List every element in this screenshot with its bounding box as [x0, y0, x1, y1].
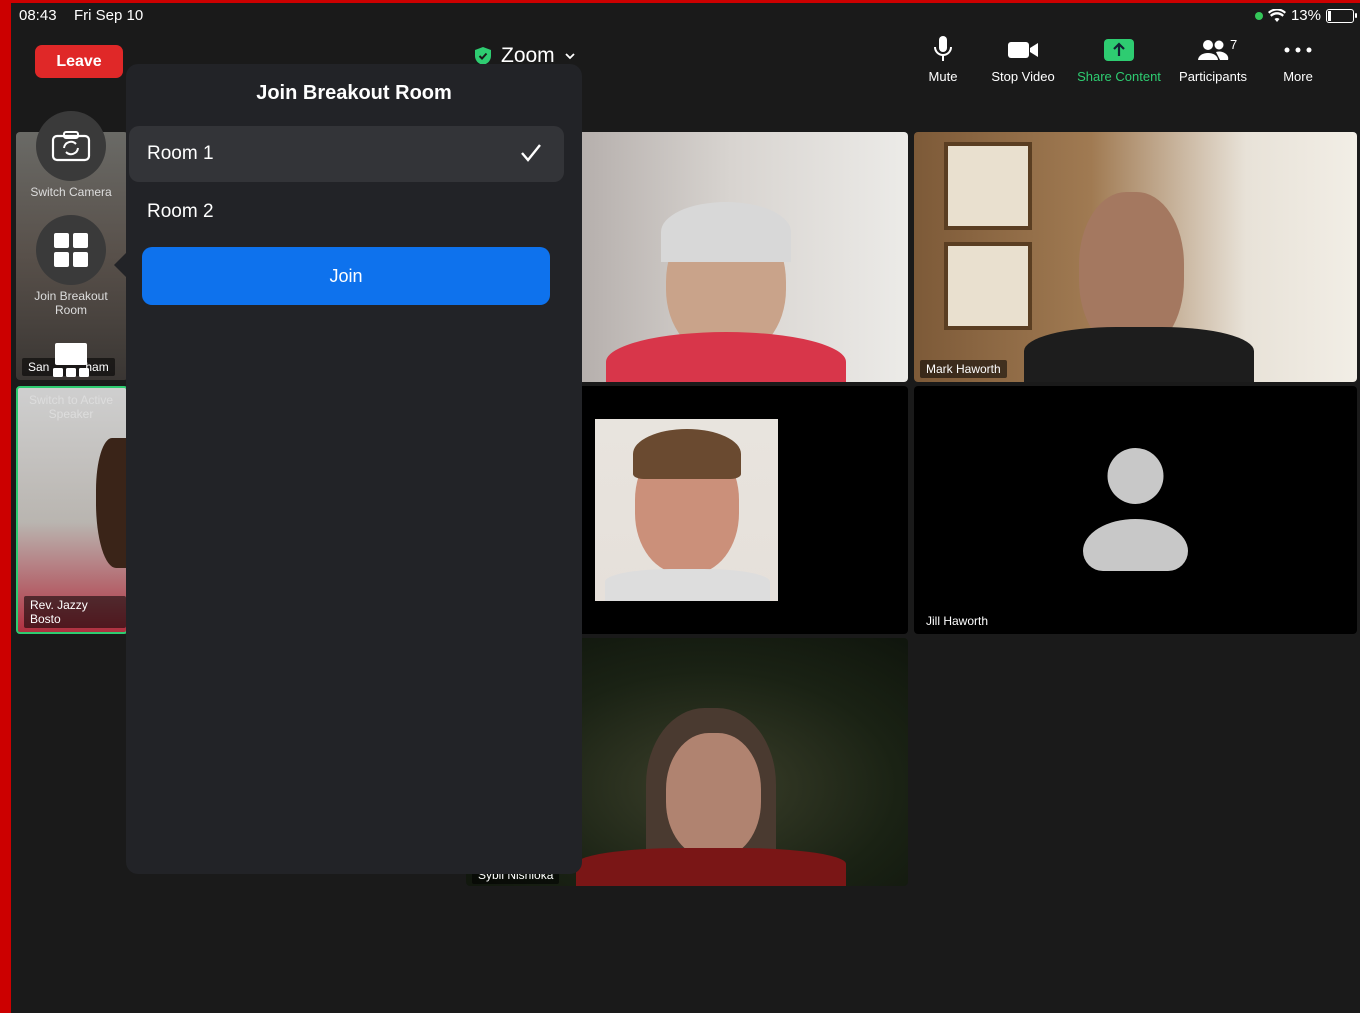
participants-label: Participants	[1179, 69, 1247, 84]
stop-video-label: Stop Video	[991, 69, 1055, 84]
meeting-toolbar: Mute Stop Video Share Content 7 Particip…	[910, 36, 1338, 84]
wifi-icon	[1267, 8, 1286, 22]
participant-hair-shape	[661, 202, 791, 262]
stop-video-button[interactable]: Stop Video	[976, 36, 1070, 84]
active-speaker-icon	[53, 343, 89, 377]
switch-active-speaker-label: Switch to Active Speaker	[28, 393, 114, 421]
mute-button[interactable]: Mute	[910, 36, 976, 84]
leave-button[interactable]: Leave	[35, 45, 123, 78]
room-option-room-2[interactable]: Room 2	[129, 184, 564, 240]
screen-red-border-left	[0, 0, 11, 1013]
more-label: More	[1283, 69, 1313, 84]
video-tile-jill[interactable]: Jill Haworth	[914, 386, 1357, 634]
join-breakout-room-label: Join Breakout Room	[34, 289, 108, 317]
participant-face-shape	[666, 733, 761, 858]
chevron-down-icon	[565, 53, 575, 60]
switch-camera-icon	[51, 131, 91, 162]
switch-camera-button[interactable]: Switch Camera	[16, 111, 126, 199]
room-label: Room 1	[147, 143, 214, 164]
wall-frame-shape	[944, 242, 1032, 330]
join-button[interactable]: Join	[142, 247, 550, 305]
switch-camera-label: Switch Camera	[30, 185, 112, 199]
ios-status-bar: 08:43 Fri Sep 10 13%	[11, 3, 1360, 27]
room-option-room-1[interactable]: Room 1	[129, 126, 564, 182]
participant-photo	[595, 419, 778, 601]
video-tile-mark[interactable]: Mark Haworth	[914, 132, 1357, 382]
video-camera-icon	[1008, 41, 1038, 58]
popover-pointer	[114, 253, 126, 277]
switch-active-speaker-button[interactable]: Switch to Active Speaker	[16, 325, 126, 421]
user-avatar-icon	[1083, 448, 1188, 571]
battery-icon	[1326, 8, 1357, 23]
video-tile-jazzy[interactable]: Rev. Jazzy Bosto	[16, 386, 128, 634]
status-date: Fri Sep 10	[74, 7, 144, 24]
room-label: Room 2	[147, 201, 214, 222]
participant-clothing-shape	[576, 848, 846, 886]
status-indicators: 13%	[1254, 7, 1357, 24]
camera-in-use-indicator	[1254, 11, 1263, 20]
join-breakout-room-popover: Join Breakout Room Room 1 Room 2 Join	[126, 64, 582, 874]
participants-count: 7	[1230, 37, 1238, 52]
participant-hair-shape	[633, 429, 741, 479]
participant-hair-shape	[96, 438, 126, 568]
share-content-label: Share Content	[1077, 69, 1161, 84]
more-button[interactable]: More	[1258, 36, 1338, 84]
status-time: 08:43	[19, 7, 57, 24]
battery-percent: 13%	[1290, 7, 1321, 24]
share-arrow-icon	[1104, 38, 1134, 61]
breakout-grid-icon	[54, 233, 88, 267]
shield-icon	[475, 47, 491, 65]
participant-name: Jill Haworth	[926, 614, 989, 628]
participant-clothing-shape	[605, 569, 770, 601]
participants-icon	[1198, 39, 1229, 60]
participants-button[interactable]: 7 Participants	[1168, 36, 1258, 84]
participant-clothing-shape	[606, 332, 846, 382]
microphone-icon	[934, 36, 952, 61]
join-breakout-room-button[interactable]: Join Breakout Room	[16, 215, 126, 317]
wall-frame-shape	[944, 142, 1032, 230]
popover-title: Join Breakout Room	[256, 82, 452, 104]
participant-name: Mark Haworth	[920, 360, 1007, 378]
mute-label: Mute	[928, 69, 958, 84]
more-dots-icon	[1284, 47, 1312, 52]
checkmark-icon	[521, 144, 541, 162]
participant-clothing-shape	[1024, 327, 1254, 382]
share-content-button[interactable]: Share Content	[1070, 36, 1168, 84]
participant-name: Rev. Jazzy Bosto	[24, 596, 126, 628]
